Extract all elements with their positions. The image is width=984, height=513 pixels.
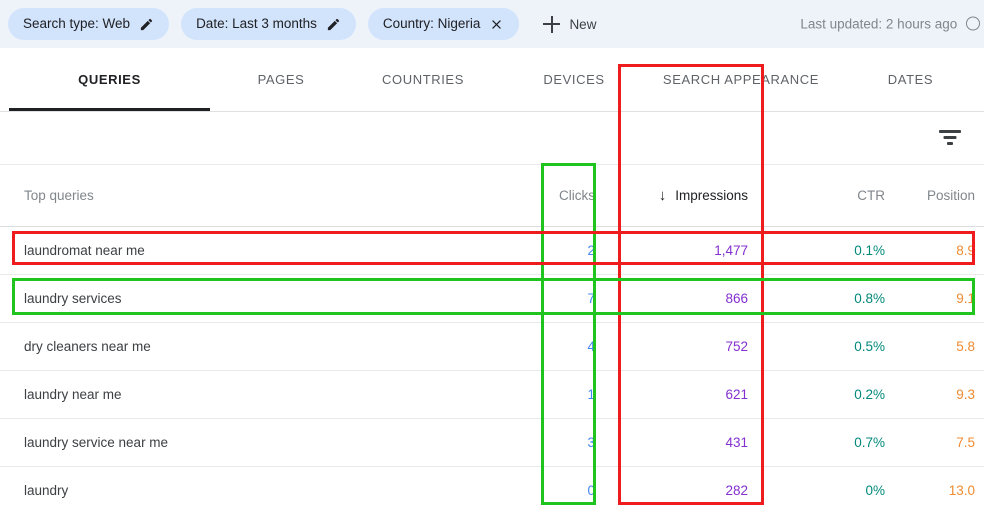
cell-position: 13.0	[948, 483, 975, 498]
cell-query: laundromat near me	[24, 243, 145, 258]
filter-bar: Search type: Web Date: Last 3 months Cou…	[0, 0, 984, 48]
cell-query: dry cleaners near me	[24, 339, 151, 354]
filter-icon[interactable]	[939, 129, 961, 147]
column-header-clicks[interactable]: Clicks	[541, 188, 595, 203]
column-header-position[interactable]: Position	[885, 188, 984, 203]
chip-date[interactable]: Date: Last 3 months	[181, 8, 356, 40]
tab-pages-label: PAGES	[257, 72, 305, 87]
search-console-performance-report: Search type: Web Date: Last 3 months Cou…	[0, 0, 984, 513]
chip-country[interactable]: Country: Nigeria	[367, 8, 520, 40]
table-row[interactable]: dry cleaners near me 4 752 0.5% 5.8	[0, 323, 984, 371]
pencil-icon[interactable]	[326, 17, 341, 32]
table-row[interactable]: laundry services 7 866 0.8% 9.1	[0, 275, 984, 323]
cell-clicks: 7	[587, 291, 595, 306]
cell-ctr: 0.2%	[854, 387, 885, 402]
tab-pages[interactable]: PAGES	[219, 48, 343, 111]
tab-queries[interactable]: QUERIES	[0, 48, 219, 111]
table-header-row: Top queries Clicks ↓ Impressions CTR Pos…	[0, 165, 984, 227]
cell-impressions: 1,477	[714, 243, 748, 258]
cell-impressions: 431	[725, 435, 748, 450]
cell-query: laundry	[24, 483, 69, 498]
cell-ctr: 0.5%	[854, 339, 885, 354]
tab-search-appearance[interactable]: SEARCH APPEARANCE	[645, 48, 837, 111]
cell-query: laundry near me	[24, 387, 122, 402]
new-filter-label: New	[569, 16, 597, 32]
cell-clicks: 3	[587, 435, 595, 450]
tab-queries-label: QUERIES	[78, 72, 141, 87]
cell-impressions: 866	[725, 291, 748, 306]
tab-devices[interactable]: DEVICES	[503, 48, 645, 111]
report-tabs: QUERIES PAGES COUNTRIES DEVICES SEARCH A…	[0, 48, 984, 112]
tab-countries-label: COUNTRIES	[382, 72, 464, 87]
cell-impressions: 752	[725, 339, 748, 354]
table-toolbar	[0, 112, 984, 165]
cell-query: laundry services	[24, 291, 122, 306]
queries-table: Top queries Clicks ↓ Impressions CTR Pos…	[0, 165, 984, 513]
chip-search-type-label: Search type: Web	[23, 16, 131, 32]
add-new-filter-button[interactable]: New	[537, 8, 602, 40]
tab-dates[interactable]: DATES	[837, 48, 984, 111]
cell-impressions: 282	[725, 483, 748, 498]
sort-descending-icon: ↓	[658, 187, 667, 204]
info-icon[interactable]	[966, 16, 980, 31]
plus-icon	[543, 15, 561, 33]
table-row[interactable]: laundry service near me 3 431 0.7% 7.5	[0, 419, 984, 467]
cell-query: laundry service near me	[24, 435, 169, 450]
cell-ctr: 0.7%	[854, 435, 885, 450]
table-row[interactable]: laundromat near me 2 1,477 0.1% 8.9	[0, 227, 984, 275]
cell-clicks: 2	[587, 243, 595, 258]
chip-search-type[interactable]: Search type: Web	[8, 8, 170, 40]
cell-position: 9.1	[956, 291, 975, 306]
cell-position: 9.3	[956, 387, 975, 402]
cell-impressions: 621	[725, 387, 748, 402]
cell-ctr: 0%	[865, 483, 885, 498]
tab-search-appearance-label: SEARCH APPEARANCE	[662, 72, 820, 87]
cell-clicks: 4	[587, 339, 595, 354]
last-updated-status: Last updated: 2 hours ago	[800, 16, 980, 32]
cell-position: 5.8	[956, 339, 975, 354]
last-updated-label: Last updated: 2 hours ago	[800, 16, 958, 32]
cell-ctr: 0.8%	[854, 291, 885, 306]
tab-dates-label: DATES	[887, 72, 934, 87]
column-header-impressions[interactable]: ↓ Impressions	[595, 188, 785, 203]
pencil-icon[interactable]	[139, 17, 154, 32]
cell-ctr: 0.1%	[854, 243, 885, 258]
close-icon[interactable]	[489, 17, 504, 32]
tab-countries[interactable]: COUNTRIES	[343, 48, 503, 111]
cell-position: 8.9	[956, 243, 975, 258]
column-header-ctr[interactable]: CTR	[785, 188, 885, 203]
column-header-top-queries[interactable]: Top queries	[0, 188, 541, 203]
tab-devices-label: DEVICES	[543, 72, 605, 87]
cell-clicks: 1	[587, 387, 595, 402]
cell-position: 7.5	[956, 435, 975, 450]
cell-clicks: 0	[587, 483, 595, 498]
table-row[interactable]: laundry 0 282 0% 13.0	[0, 467, 984, 513]
column-header-impressions-label: Impressions	[675, 188, 748, 203]
chip-date-label: Date: Last 3 months	[196, 16, 317, 32]
table-row[interactable]: laundry near me 1 621 0.2% 9.3	[0, 371, 984, 419]
chip-country-label: Country: Nigeria	[382, 16, 481, 32]
